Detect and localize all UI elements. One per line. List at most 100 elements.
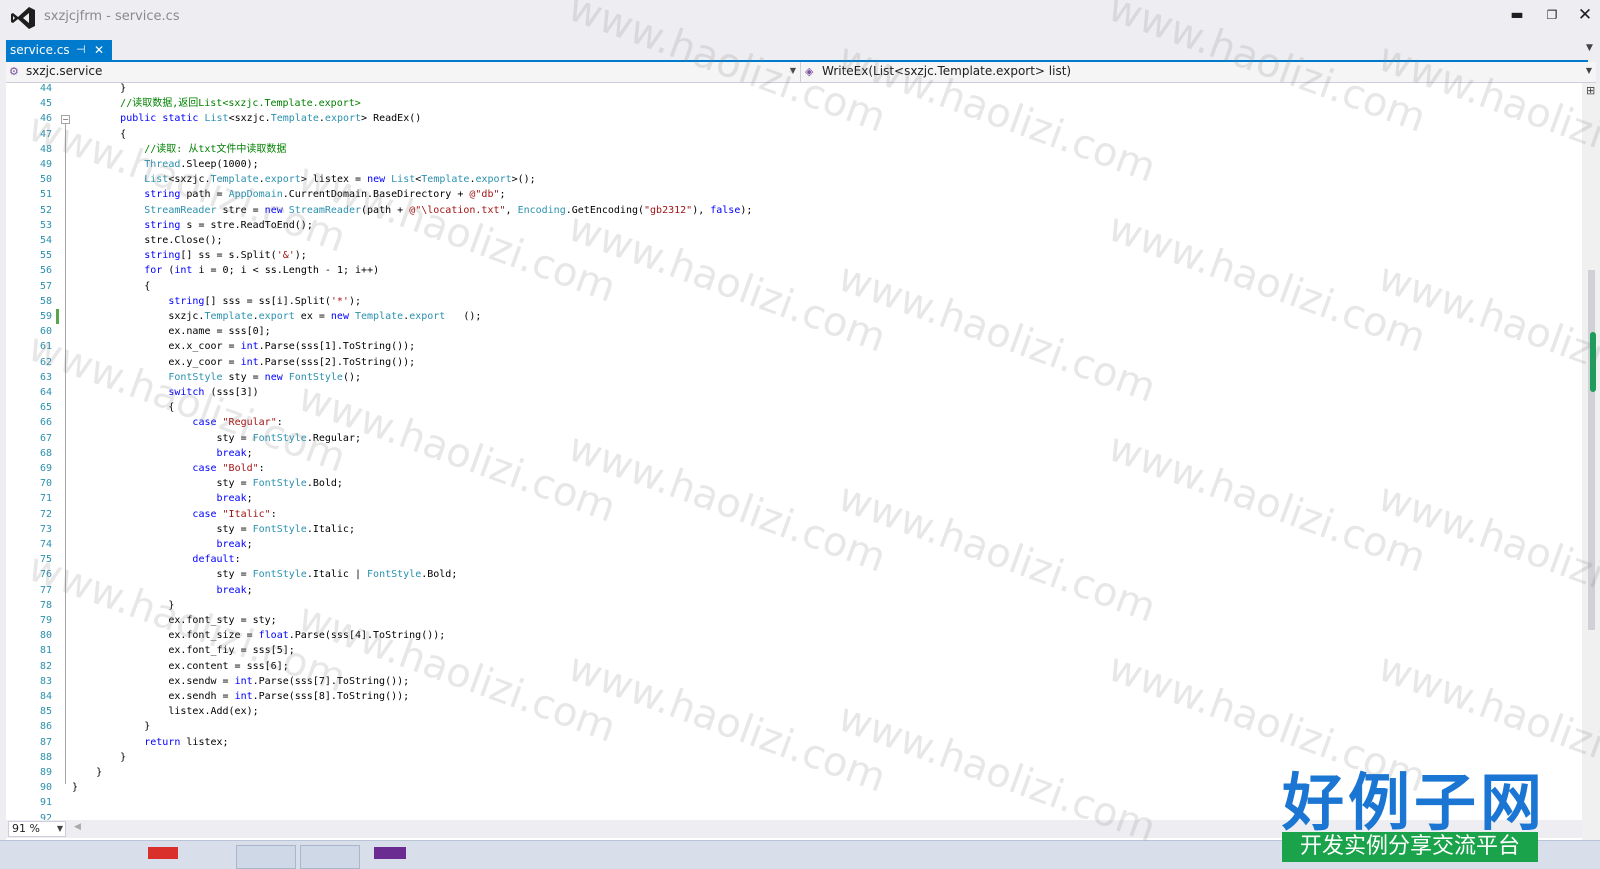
code-token: StreamReader xyxy=(144,204,217,216)
line-number: 85 xyxy=(39,706,52,718)
logo-main-text: 好例子网 xyxy=(1282,766,1547,839)
document-tab-strip: service.cs ⊣ ✕ ▼ xyxy=(0,38,1600,62)
taskbar-vs-icon[interactable] xyxy=(374,847,406,859)
code-editor[interactable]: 44 45 46 47 48 49 50 51 52 53 54 55 56 57 58 59 60 61 62 63… xyxy=(6,83,1582,840)
close-tab-icon[interactable]: ✕ xyxy=(94,40,104,60)
code-line[interactable]: string s = stre.ReadToEnd(); xyxy=(72,218,1552,233)
code-token: Template xyxy=(421,174,470,186)
code-line[interactable]: break; xyxy=(72,537,1552,552)
member-dropdown[interactable]: ◈ WriteEx(List<sxzjc.Template.export> li… xyxy=(802,62,1596,82)
code-line[interactable]: Thread.Sleep(1000); xyxy=(72,157,1552,172)
zoom-dropdown[interactable]: 91 % ▼ xyxy=(8,821,66,837)
minimize-button[interactable]: ▬ xyxy=(1502,4,1532,26)
close-window-button[interactable]: ✕ xyxy=(1570,4,1600,26)
code-line[interactable]: break; xyxy=(72,446,1552,461)
code-token: export xyxy=(475,174,512,186)
code-line[interactable]: { xyxy=(72,400,1552,415)
code-line[interactable]: ex.y_coor = int.Parse(sss[2].ToString())… xyxy=(72,355,1552,370)
scroll-left-icon[interactable]: ◀ xyxy=(74,822,81,832)
line-number: 86 xyxy=(39,721,52,733)
code-token: string xyxy=(144,189,187,201)
code-line[interactable]: { xyxy=(72,127,1552,142)
code-line[interactable]: } xyxy=(72,598,1552,613)
code-line[interactable]: sty = FontStyle.Bold; xyxy=(72,476,1552,491)
code-token: ; xyxy=(246,493,253,505)
code-line[interactable]: switch (sss[3]) xyxy=(72,385,1552,400)
code-line[interactable]: FontStyle sty = new FontStyle(); xyxy=(72,370,1552,385)
code-line[interactable]: ex.sendw = int.Parse(sss[7].ToString()); xyxy=(72,674,1552,689)
code-line[interactable]: ex.x_coor = int.Parse(sss[1].ToString())… xyxy=(72,339,1552,354)
code-token: sty = xyxy=(72,569,253,581)
line-number: 73 xyxy=(39,523,52,535)
code-token: Encoding xyxy=(517,204,566,216)
code-line[interactable]: sty = FontStyle.Italic | FontStyle.Bold; xyxy=(72,567,1552,582)
code-line[interactable]: } xyxy=(72,83,1552,96)
code-line[interactable]: List<sxzjc.Template.export> listex = new… xyxy=(72,172,1552,187)
pin-icon[interactable]: ⊣ xyxy=(76,40,86,60)
code-line[interactable]: { xyxy=(72,279,1552,294)
code-token: : xyxy=(270,508,277,520)
class-dropdown[interactable]: ⚙ sxzjc.service ▼ xyxy=(6,62,801,82)
code-line[interactable]: ex.font_size = float.Parse(sss[4].ToStri… xyxy=(72,628,1552,643)
line-number: 60 xyxy=(39,326,52,338)
code-line[interactable]: ex.font_sty = sty; xyxy=(72,613,1552,628)
split-window-icon[interactable]: ⊞ xyxy=(1586,84,1595,97)
chevron-down-icon: ▼ xyxy=(56,824,63,833)
line-number: 77 xyxy=(39,584,52,596)
code-token: Template xyxy=(355,311,404,322)
code-token: FontStyle xyxy=(252,569,307,581)
code-line[interactable]: } xyxy=(72,719,1552,734)
collapse-icon[interactable]: − xyxy=(61,115,70,124)
class-name: sxzjc.service xyxy=(26,64,103,78)
code-token: string xyxy=(144,219,187,231)
code-line[interactable]: listex.Add(ex); xyxy=(72,704,1552,719)
code-line[interactable]: return listex; xyxy=(72,735,1552,750)
code-line[interactable]: StreamReader stre = new StreamReader(pat… xyxy=(72,203,1552,218)
code-line[interactable]: sxzjc.Template.export ex = new Template.… xyxy=(72,309,1552,324)
code-line[interactable]: public static List<sxzjc.Template.export… xyxy=(72,111,1552,126)
code-line[interactable]: default: xyxy=(72,552,1552,567)
scrollbar-thumb[interactable] xyxy=(1588,270,1595,630)
code-token: .Sleep(1000); xyxy=(180,159,259,170)
code-line[interactable]: case "Italic": xyxy=(72,507,1552,522)
code-line[interactable]: break; xyxy=(72,491,1552,506)
code-token: ; xyxy=(246,447,253,459)
line-number: 69 xyxy=(39,463,52,474)
code-line[interactable]: ex.sendh = int.Parse(sss[8].ToString()); xyxy=(72,689,1552,704)
code-line[interactable]: //读取数据,返回List<sxzjc.Template.export> xyxy=(72,96,1552,111)
taskbar-item[interactable] xyxy=(236,845,296,869)
code-token: Template xyxy=(204,311,253,322)
code-line[interactable]: string path = AppDomain.CurrentDomain.Ba… xyxy=(72,187,1552,202)
outline-line xyxy=(65,124,66,784)
code-line[interactable]: ex.font_fiy = sss[5]; xyxy=(72,643,1552,658)
code-line[interactable]: case "Regular": xyxy=(72,415,1552,430)
code-token: .Parse(sss[7].ToString()); xyxy=(252,675,410,687)
code-token: ex.content = sss[6]; xyxy=(72,660,289,672)
code-line[interactable]: for (int i = 0; i < ss.Length - 1; i++) xyxy=(72,263,1552,278)
code-token: <sxzjc. xyxy=(168,174,211,186)
restore-button[interactable]: ❐ xyxy=(1537,4,1567,26)
line-number: 51 xyxy=(39,189,52,201)
tab-list-dropdown-icon[interactable]: ▼ xyxy=(1586,43,1593,53)
code-token: FontStyle xyxy=(168,371,223,383)
code-token: new xyxy=(264,204,289,216)
code-line[interactable]: ex.content = sss[6]; xyxy=(72,659,1552,674)
code-line[interactable]: string[] sss = ss[i].Split('*'); xyxy=(72,294,1552,309)
code-token: .Parse(sss[2].ToString()); xyxy=(258,356,416,368)
taskbar-item[interactable] xyxy=(300,845,360,869)
code-token: >(); xyxy=(511,174,536,186)
code-token: [] sss = ss[i].Split( xyxy=(204,295,331,307)
code-line[interactable]: string[] ss = s.Split('&'); xyxy=(72,248,1552,263)
code-line[interactable]: //读取: 从txt文件中读取数据 xyxy=(72,142,1552,157)
code-token: .Italic; xyxy=(306,523,355,535)
code-line[interactable]: sty = FontStyle.Italic; xyxy=(72,522,1552,537)
tab-service-cs[interactable]: service.cs ⊣ ✕ xyxy=(6,40,112,60)
code-line[interactable]: break; xyxy=(72,583,1552,598)
code-line[interactable]: case "Bold": xyxy=(72,461,1552,476)
taskbar-app-icon[interactable] xyxy=(148,847,178,859)
code-line[interactable]: stre.Close(); xyxy=(72,233,1552,248)
code-line[interactable]: ex.name = sss[0]; xyxy=(72,324,1552,339)
code-line[interactable]: sty = FontStyle.Regular; xyxy=(72,431,1552,446)
